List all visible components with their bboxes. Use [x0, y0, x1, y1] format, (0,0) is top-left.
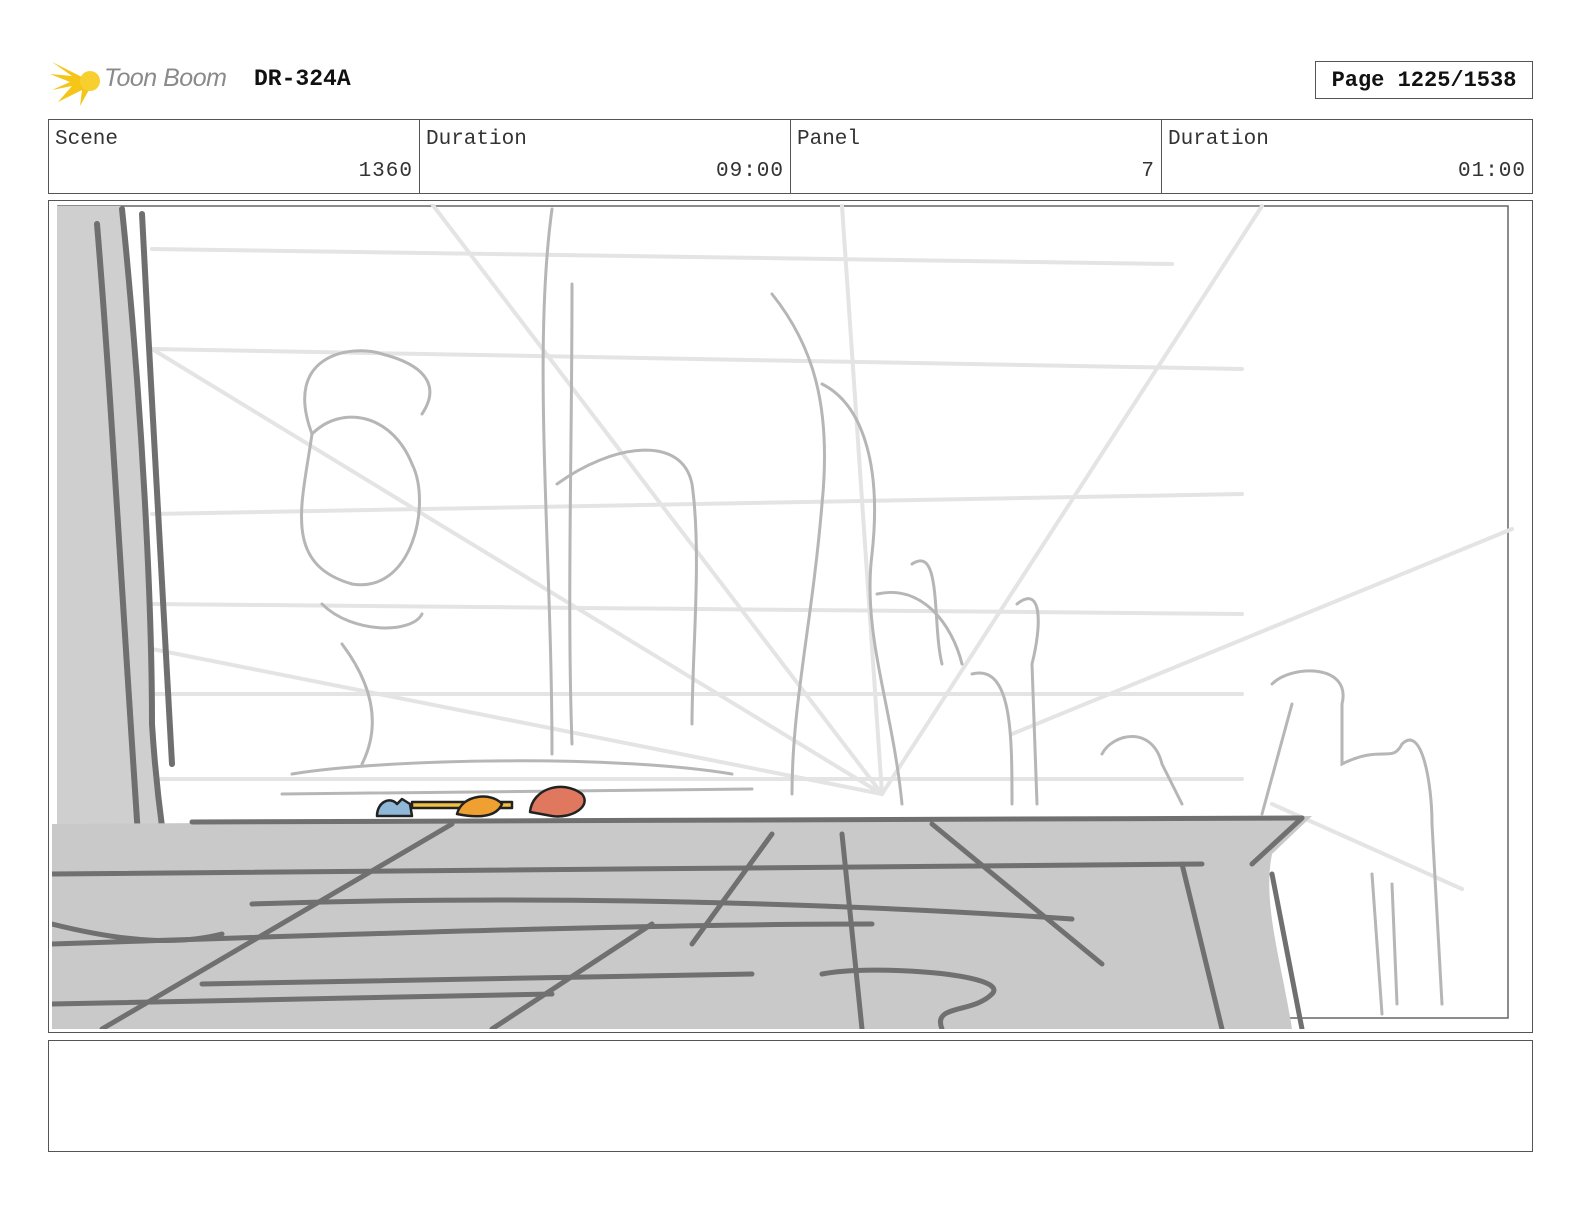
panel-duration-label: Duration	[1168, 128, 1269, 151]
panel-duration-cell: Duration 01:00	[1162, 120, 1532, 193]
panel-duration-value: 01:00	[1457, 160, 1526, 183]
scene-cell: Scene 1360	[49, 120, 420, 193]
logo-text: Toon Boom	[104, 64, 227, 92]
scene-label: Scene	[55, 128, 119, 151]
page-indicator: Page 1225/1538	[1315, 61, 1533, 99]
panel-label: Panel	[797, 128, 861, 151]
scene-duration-value: 09:00	[715, 160, 784, 183]
scene-duration-label: Duration	[426, 128, 527, 151]
panel-value: 7	[1141, 160, 1155, 183]
notes-box	[48, 1040, 1533, 1152]
project-code: DR-324A	[254, 66, 351, 92]
scene-duration-cell: Duration 09:00	[420, 120, 791, 193]
info-table: Scene 1360 Duration 09:00 Panel 7 Durati…	[48, 119, 1533, 194]
storyboard-sketch	[52, 204, 1514, 1029]
scene-value: 1360	[358, 160, 413, 183]
panel-cell: Panel 7	[791, 120, 1162, 193]
